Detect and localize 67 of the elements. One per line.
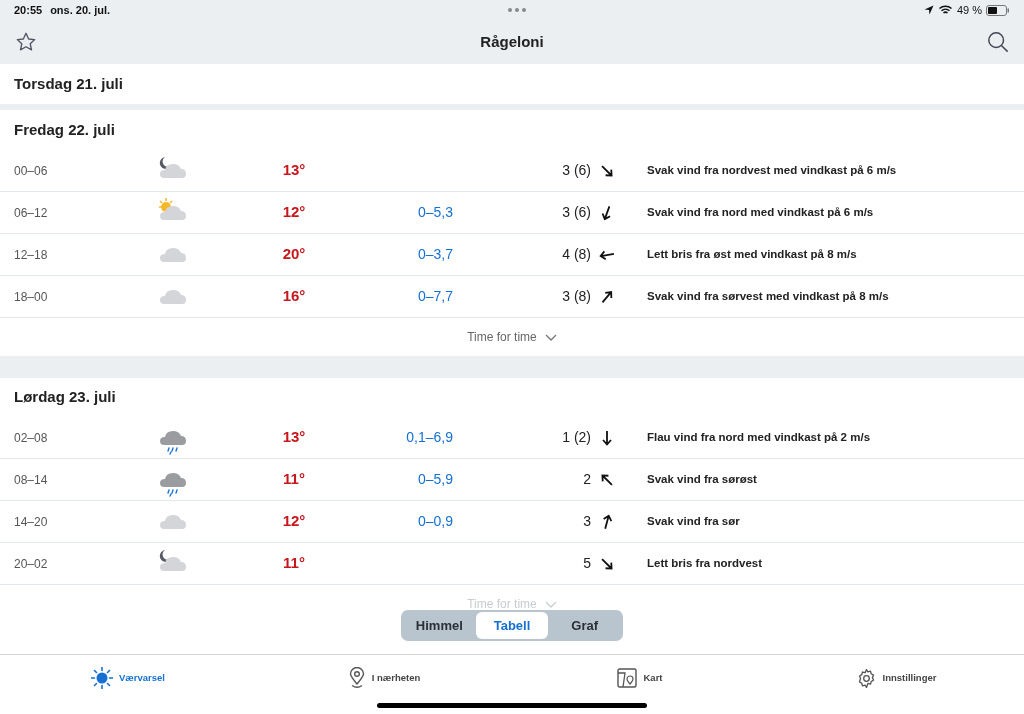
segment-tab[interactable]: Tabell (475, 612, 549, 639)
time-range: 12–18 (13, 246, 49, 264)
wind-speed: 1 (2) (562, 428, 591, 447)
temperature: 13° (282, 427, 306, 448)
temperature: 12° (282, 511, 306, 532)
wind-speed: 2 (583, 470, 591, 489)
favorite-star-button[interactable] (15, 31, 37, 53)
time-range: 00–06 (13, 162, 49, 180)
day-heading: Fredag 22. juli (14, 119, 115, 140)
wind-description: Svak vind fra nordvest med vindkast på 6 m/s (647, 162, 897, 178)
wind-speed: 3 (6) (562, 161, 591, 180)
wind-description: Svak vind fra sørøst (647, 471, 757, 487)
wind-arrow-icon (599, 429, 615, 446)
search-icon (987, 31, 1009, 53)
chevron-down-icon (544, 600, 557, 608)
wind-speed: 3 (8) (562, 287, 591, 306)
time-range: 06–12 (13, 204, 49, 222)
tab-bar-item[interactable]: I nærheten (347, 667, 421, 689)
time-range: 08–14 (13, 471, 49, 489)
tab-bar-item[interactable]: Innstillinger (855, 667, 937, 689)
wind-speed: 4 (8) (562, 245, 591, 264)
battery-icon (986, 4, 1010, 16)
location-arrow-icon (923, 5, 934, 15)
wind-description: Svak vind fra sørvest med vindkast på 8 m/s (647, 288, 889, 304)
precipitation: 0–0,9 (417, 512, 453, 531)
wind-description: Svak vind fra nord med vindkast på 6 m/s (647, 204, 874, 220)
wind-description: Lett bris fra øst med vindkast på 8 m/s (647, 246, 857, 262)
hourly-toggle[interactable]: Time for time (467, 328, 557, 346)
segment-tab[interactable]: Himmel (403, 612, 476, 639)
battery-percent: 49 % (956, 2, 982, 18)
precipitation: 0–7,7 (417, 287, 453, 306)
precipitation: 0–3,7 (417, 245, 453, 264)
tab-bar-item[interactable]: Kart (617, 668, 663, 688)
status-date: ons. 20. jul. (50, 2, 111, 18)
star-icon (15, 31, 37, 53)
wind-description: Svak vind fra sør (647, 513, 740, 529)
day-heading: Lørdag 23. juli (14, 387, 116, 408)
wind-description: Flau vind fra nord med vindkast på 2 m/s (647, 429, 871, 445)
precipitation: 0–5,3 (417, 203, 453, 222)
wifi-icon (938, 5, 952, 15)
temperature: 11° (283, 469, 305, 490)
day-heading: Torsdag 21. juli (14, 73, 123, 94)
status-time: 20:55 (14, 2, 43, 18)
wind-speed: 3 (6) (562, 203, 591, 222)
wind-speed: 3 (583, 512, 591, 531)
time-range: 02–08 (13, 429, 49, 447)
wind-description: Lett bris fra nordvest (647, 555, 763, 571)
temperature: 12° (282, 202, 306, 223)
search-button[interactable] (987, 31, 1009, 53)
temperature: 16° (282, 286, 306, 307)
time-range: 18–00 (13, 288, 49, 306)
tab-bar-item[interactable]: Værvarsel (91, 667, 165, 689)
chevron-down-icon (544, 333, 557, 341)
time-range: 14–20 (13, 513, 49, 531)
segment-tab[interactable]: Graf (548, 612, 621, 639)
more-dots-icon (508, 8, 526, 12)
map-icon (617, 668, 638, 688)
temperature: 11° (283, 553, 305, 574)
location-title: Rågeloni (480, 31, 544, 52)
wind-speed: 5 (583, 554, 591, 573)
temperature: 13° (282, 160, 306, 181)
sun-icon (91, 667, 113, 689)
time-range: 20–02 (13, 555, 49, 573)
precipitation: 0,1–6,9 (406, 428, 453, 447)
temperature: 20° (282, 244, 306, 265)
precipitation: 0–5,9 (417, 470, 453, 489)
location-pin-icon (347, 667, 366, 689)
